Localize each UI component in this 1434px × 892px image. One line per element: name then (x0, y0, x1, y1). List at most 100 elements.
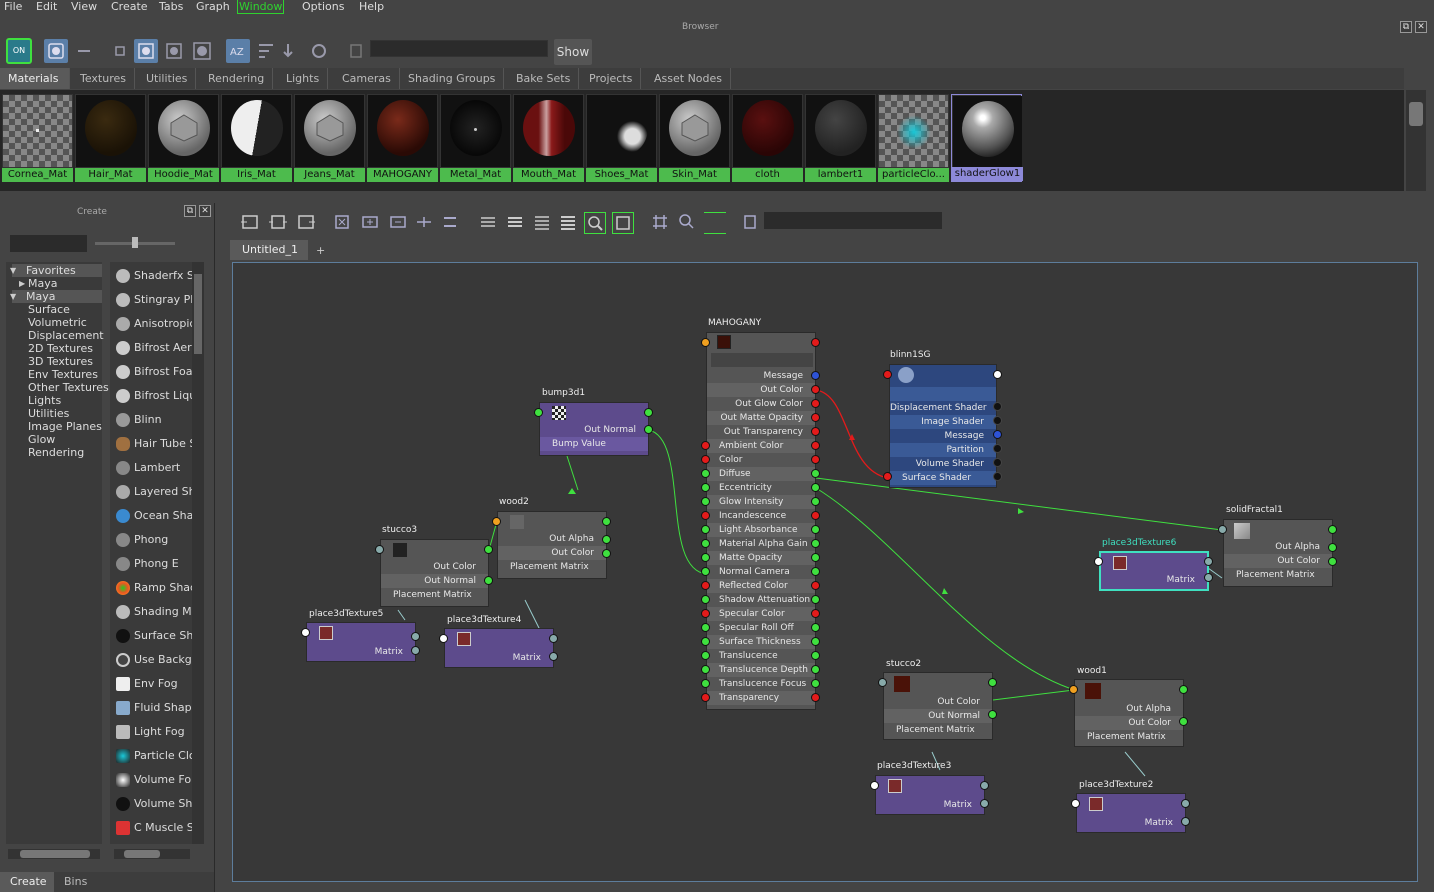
port-in[interactable] (701, 483, 710, 492)
port-out[interactable] (811, 651, 820, 660)
mahogany-name-field[interactable] (711, 353, 813, 367)
port-out[interactable] (811, 553, 820, 562)
port-in[interactable] (701, 497, 710, 506)
port-in[interactable] (701, 679, 710, 688)
port-out[interactable] (411, 646, 420, 655)
port-out[interactable] (993, 458, 1002, 467)
port-out[interactable] (811, 539, 820, 548)
port-out[interactable] (602, 535, 611, 544)
port-out[interactable] (602, 549, 611, 558)
port-out[interactable] (811, 623, 820, 632)
port-in[interactable] (701, 455, 710, 464)
port-in[interactable] (701, 651, 710, 660)
node-stucco3[interactable]: Out Color Out Normal Placement Matrix (380, 539, 489, 607)
node-place3dtexture4[interactable]: Matrix (444, 628, 554, 668)
port-in[interactable] (701, 637, 710, 646)
port-out[interactable] (411, 632, 420, 641)
port-out[interactable] (993, 370, 1002, 379)
port-out[interactable] (993, 402, 1002, 411)
port-out[interactable] (811, 497, 820, 506)
port-out[interactable] (811, 469, 820, 478)
port-out[interactable] (811, 371, 820, 380)
port-in[interactable] (492, 517, 501, 526)
port-in[interactable] (870, 781, 879, 790)
port-out[interactable] (988, 678, 997, 687)
port-out[interactable] (602, 517, 611, 526)
port-in[interactable] (301, 628, 310, 637)
port-in[interactable] (701, 567, 710, 576)
port-out[interactable] (993, 430, 1002, 439)
port-in[interactable] (701, 609, 710, 618)
port-out[interactable] (1328, 543, 1337, 552)
port-in[interactable] (701, 595, 710, 604)
node-blinn1sg[interactable]: Displacement Shader Image Shader Message… (889, 364, 997, 488)
port-out[interactable] (549, 634, 558, 643)
port-in[interactable] (701, 693, 710, 702)
port-in[interactable] (878, 678, 887, 687)
port-out[interactable] (988, 710, 997, 719)
port-out[interactable] (1204, 557, 1213, 566)
port-in[interactable] (1218, 525, 1227, 534)
port-out[interactable] (811, 581, 820, 590)
port-out[interactable] (980, 781, 989, 790)
port-in[interactable] (1094, 557, 1103, 566)
port-out[interactable] (811, 427, 820, 436)
node-place3dtexture3[interactable]: Matrix (875, 775, 985, 815)
port-in[interactable] (701, 525, 710, 534)
port-in[interactable] (701, 469, 710, 478)
port-out[interactable] (1204, 573, 1213, 582)
port-out[interactable] (644, 425, 653, 434)
port-in[interactable] (701, 623, 710, 632)
port-out[interactable] (1181, 817, 1190, 826)
port-in[interactable] (701, 338, 710, 347)
port-out[interactable] (811, 483, 820, 492)
port-in[interactable] (701, 581, 710, 590)
port-out[interactable] (549, 652, 558, 661)
port-out[interactable] (811, 511, 820, 520)
port-in[interactable] (883, 370, 892, 379)
port-out[interactable] (811, 693, 820, 702)
port-out[interactable] (811, 441, 820, 450)
port-in[interactable] (701, 441, 710, 450)
port-out[interactable] (1181, 799, 1190, 808)
port-in[interactable] (534, 408, 543, 417)
port-in[interactable] (439, 634, 448, 643)
node-bump3d1[interactable]: Out Normal Bump Value (539, 402, 649, 456)
port-out[interactable] (811, 637, 820, 646)
port-out[interactable] (484, 576, 493, 585)
port-out[interactable] (1328, 525, 1337, 534)
port-out[interactable] (644, 408, 653, 417)
node-mahogany[interactable]: Message Out Color Out Glow Color Out Mat… (706, 332, 816, 710)
port-out[interactable] (811, 595, 820, 604)
port-out[interactable] (811, 455, 820, 464)
port-out[interactable] (1179, 685, 1188, 694)
port-in[interactable] (701, 553, 710, 562)
port-out[interactable] (811, 338, 820, 347)
port-out[interactable] (811, 399, 820, 408)
port-out[interactable] (993, 444, 1002, 453)
port-in[interactable] (701, 511, 710, 520)
port-out[interactable] (1328, 557, 1337, 566)
node-place3dtexture6[interactable]: Matrix (1099, 551, 1209, 591)
port-in[interactable] (1069, 685, 1078, 694)
port-out[interactable] (811, 385, 820, 394)
node-stucco2[interactable]: Out Color Out Normal Placement Matrix (883, 672, 993, 740)
port-out[interactable] (811, 413, 820, 422)
port-in[interactable] (375, 545, 384, 554)
port-out[interactable] (980, 799, 989, 808)
port-in[interactable] (701, 665, 710, 674)
node-place3dtexture5[interactable]: Matrix (306, 622, 416, 662)
port-out[interactable] (811, 665, 820, 674)
port-out[interactable] (1179, 717, 1188, 726)
node-wood2[interactable]: Out Alpha Out Color Placement Matrix (497, 511, 607, 579)
port-out[interactable] (811, 525, 820, 534)
port-in[interactable] (883, 472, 892, 481)
port-out[interactable] (484, 545, 493, 554)
port-out[interactable] (811, 679, 820, 688)
port-out[interactable] (993, 472, 1002, 481)
port-out[interactable] (811, 567, 820, 576)
node-solidfractal1[interactable]: Out Alpha Out Color Placement Matrix (1223, 519, 1333, 587)
port-out[interactable] (811, 609, 820, 618)
port-in[interactable] (701, 539, 710, 548)
node-wood1[interactable]: Out Alpha Out Color Placement Matrix (1074, 679, 1184, 747)
